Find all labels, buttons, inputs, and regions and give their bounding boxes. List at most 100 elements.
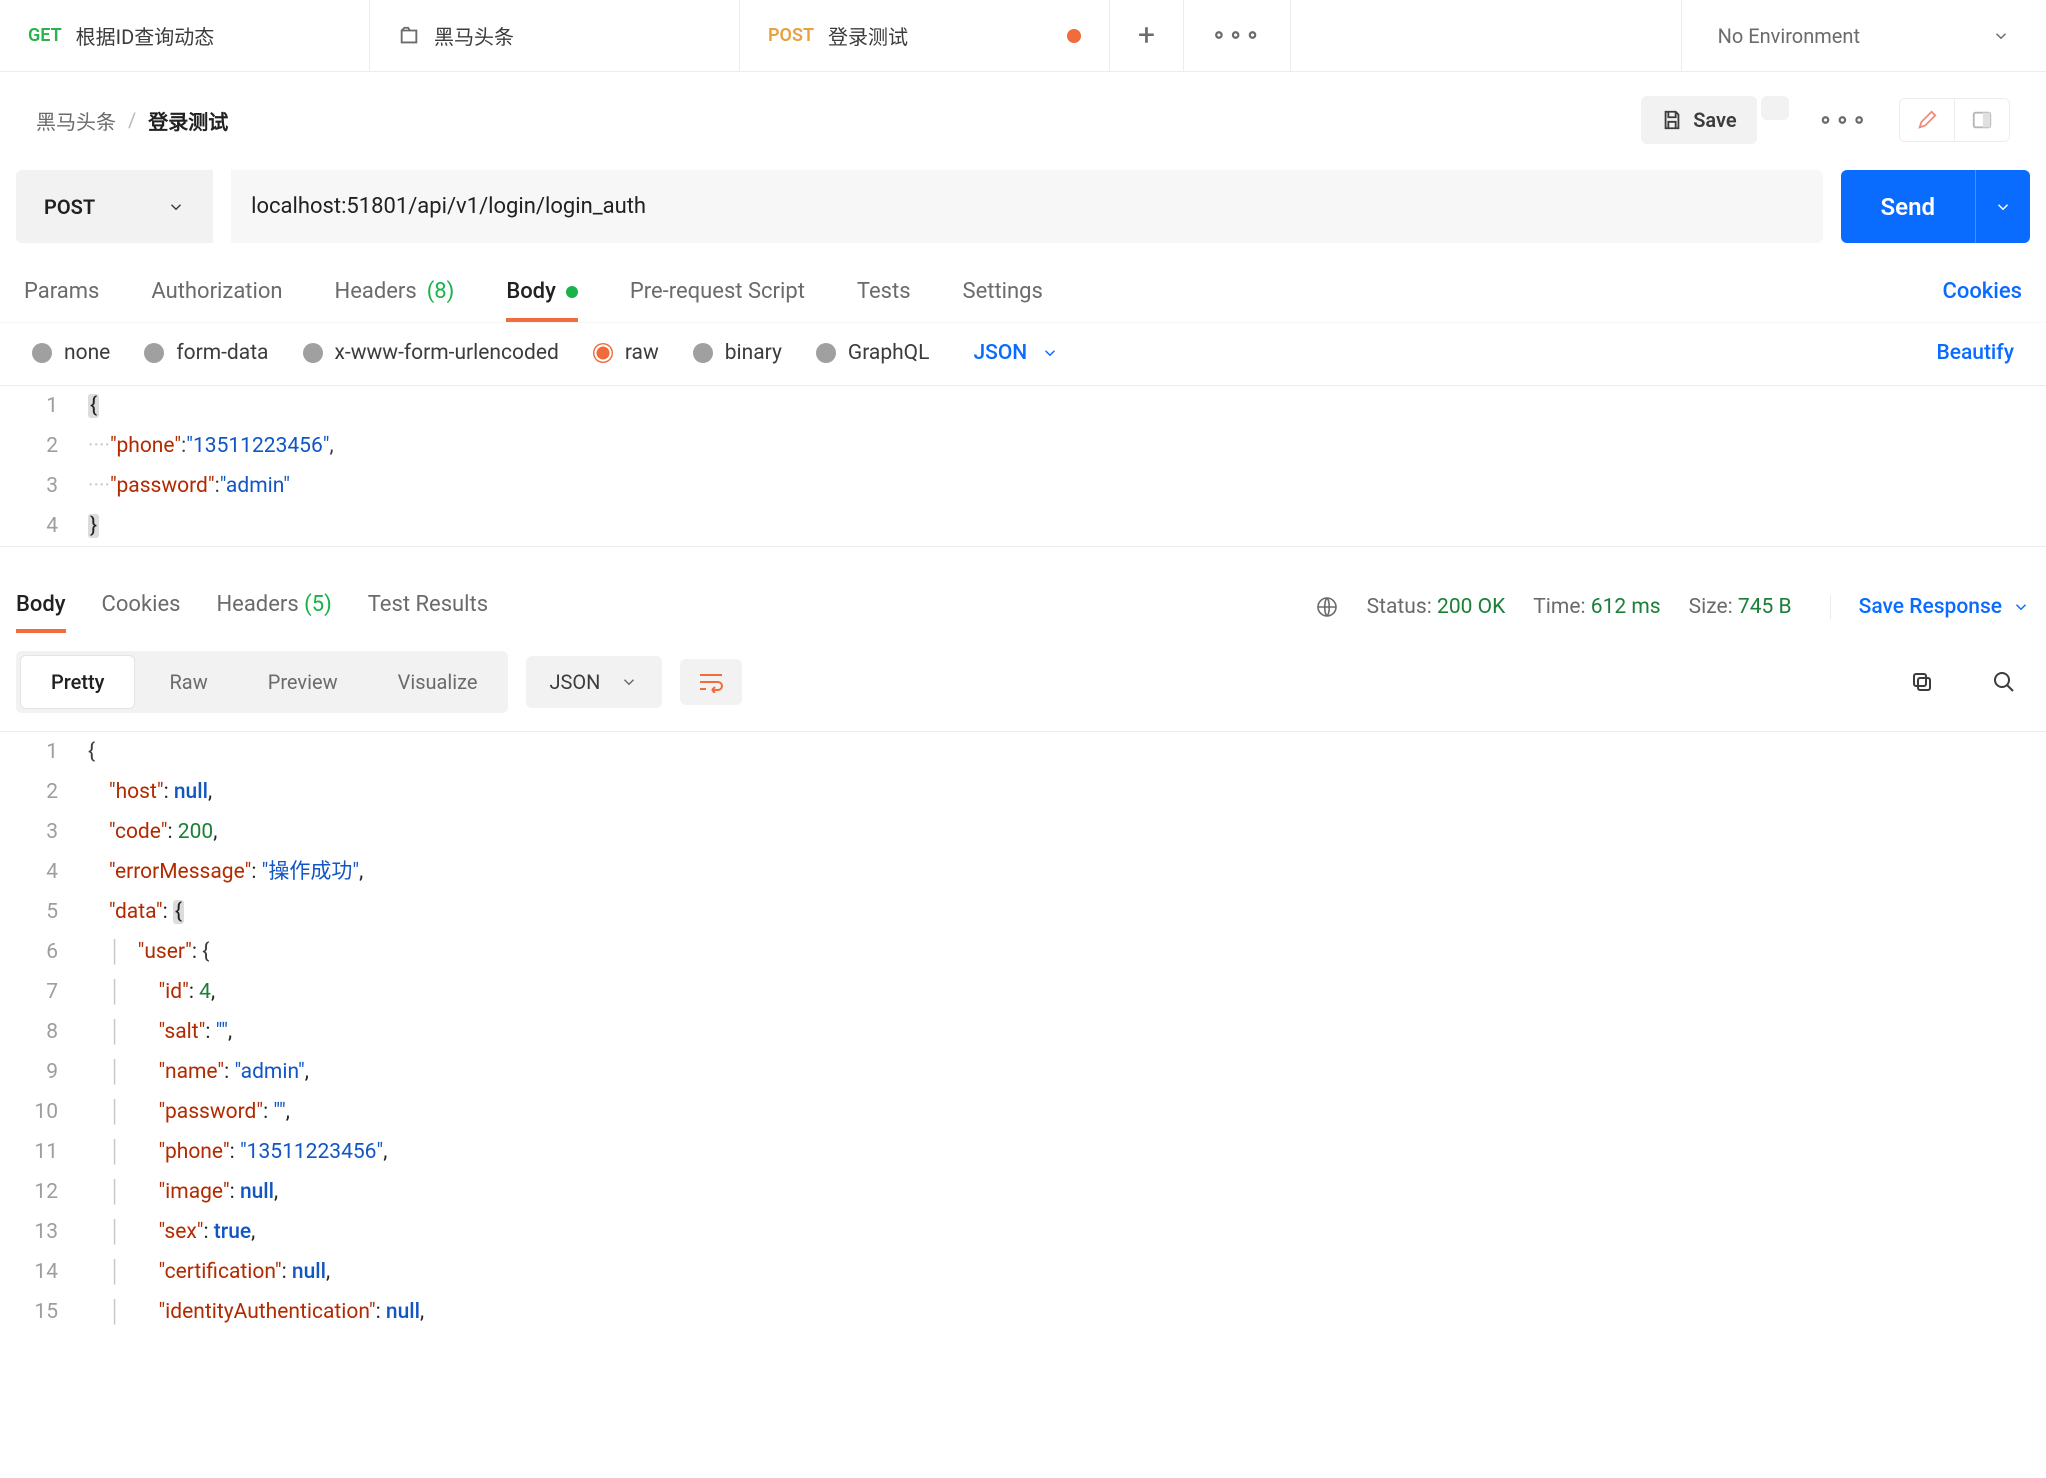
resp-tab-cookies[interactable]: Cookies — [102, 580, 181, 633]
copy-response-button[interactable] — [1896, 660, 1948, 704]
send-button[interactable]: Send — [1841, 170, 1975, 243]
save-icon — [1661, 109, 1683, 131]
method-label: POST — [44, 195, 95, 219]
beautify-button[interactable]: Beautify — [1936, 341, 2014, 365]
chevron-down-icon — [1992, 27, 2010, 45]
environment-selector[interactable]: No Environment — [1681, 0, 2046, 71]
chevron-down-icon — [2012, 598, 2030, 616]
right-panel-toggle-group — [1899, 98, 2010, 142]
radio-icon — [303, 343, 323, 363]
view-preview[interactable]: Preview — [238, 651, 368, 713]
tab-title: 根据ID查询动态 — [76, 21, 215, 50]
tab-post-request-active[interactable]: POST 登录测试 — [740, 0, 1110, 71]
tab-settings[interactable]: Settings — [963, 265, 1043, 322]
cookies-link[interactable]: Cookies — [1942, 265, 2022, 322]
url-row: POST Send — [0, 170, 2046, 261]
send-dropdown-button[interactable] — [1975, 170, 2030, 243]
unsaved-dot-icon — [1067, 29, 1081, 43]
response-toolbar: Pretty Raw Preview Visualize JSON — [0, 633, 2046, 731]
resp-tab-body[interactable]: Body — [16, 580, 66, 633]
chevron-down-icon — [1994, 198, 2012, 216]
panel-icon — [1971, 109, 1993, 131]
body-type-formdata[interactable]: form-data — [144, 341, 268, 365]
body-type-row: none form-data x-www-form-urlencoded raw… — [0, 323, 2046, 385]
save-response-label: Save Response — [1859, 595, 2002, 619]
comments-panel-button[interactable] — [1900, 99, 1954, 141]
tab-params[interactable]: Params — [24, 265, 99, 322]
tab-title: 登录测试 — [828, 21, 908, 50]
environment-label: No Environment — [1718, 24, 1860, 48]
search-response-button[interactable] — [1978, 660, 2030, 704]
body-type-none[interactable]: none — [32, 341, 110, 365]
request-tabs: Params Authorization Headers (8) Body Pr… — [0, 261, 2046, 323]
breadcrumb-folder[interactable]: 黑马头条 — [36, 106, 116, 135]
resp-tab-headers[interactable]: Headers (5) — [216, 580, 331, 633]
chevron-down-icon — [1041, 344, 1059, 362]
response-view-segment: Pretty Raw Preview Visualize — [16, 651, 508, 713]
tab-tests[interactable]: Tests — [857, 265, 911, 322]
wrap-icon — [698, 671, 724, 693]
url-input[interactable] — [231, 170, 1822, 243]
tab-get-request[interactable]: GET 根据ID查询动态 — [0, 0, 370, 71]
pencil-icon — [1916, 109, 1938, 131]
chevron-down-icon — [167, 198, 185, 216]
body-format-label: JSON — [973, 341, 1027, 365]
tab-overflow-button[interactable]: ∘∘∘ — [1184, 0, 1291, 71]
response-body-viewer[interactable]: 1{2 "host": null,3 "code": 200,4 "errorM… — [0, 731, 2046, 1332]
save-label: Save — [1693, 108, 1736, 132]
tab-collection[interactable]: 黑马头条 — [370, 0, 740, 71]
radio-icon — [693, 343, 713, 363]
tab-headers[interactable]: Headers (8) — [335, 265, 455, 322]
save-button[interactable]: Save — [1641, 96, 1756, 144]
wrap-lines-button[interactable] — [680, 659, 742, 705]
chevron-down-icon — [620, 673, 638, 691]
tab-body[interactable]: Body — [506, 265, 578, 322]
tab-authorization[interactable]: Authorization — [151, 265, 282, 322]
response-tabs: Body Cookies Headers (5) Test Results St… — [0, 568, 2046, 633]
response-format-dropdown[interactable]: JSON — [526, 656, 663, 708]
network-icon[interactable] — [1315, 595, 1339, 619]
tab-method-badge: GET — [28, 25, 62, 46]
view-visualize[interactable]: Visualize — [368, 651, 508, 713]
size-label: Size: — [1689, 595, 1733, 619]
body-format-dropdown[interactable]: JSON — [973, 341, 1059, 365]
status-value: 200 OK — [1437, 595, 1505, 619]
size-value: 745 B — [1738, 595, 1792, 619]
body-active-dot-icon — [566, 286, 578, 298]
radio-icon — [32, 343, 52, 363]
request-body-editor[interactable]: 1{2····"phone":"13511223456",3····"passw… — [0, 385, 2046, 546]
save-response-button[interactable]: Save Response — [1830, 595, 2030, 619]
response-status-bar: Status: 200 OK Time: 612 ms Size: 745 B … — [1315, 595, 2030, 619]
overflow-menu-button[interactable]: ∘∘∘ — [1805, 98, 1883, 143]
body-type-graphql[interactable]: GraphQL — [816, 341, 930, 365]
view-pretty[interactable]: Pretty — [21, 656, 134, 708]
tab-prerequest[interactable]: Pre-request Script — [630, 265, 805, 322]
body-type-xwww[interactable]: x-www-form-urlencoded — [303, 341, 559, 365]
search-icon — [1992, 670, 2016, 694]
resp-tab-testresults[interactable]: Test Results — [368, 580, 488, 633]
tab-headers-count: (8) — [427, 279, 455, 304]
radio-checked-icon — [593, 343, 613, 363]
radio-icon — [816, 343, 836, 363]
radio-icon — [144, 343, 164, 363]
save-button-group: Save — [1641, 96, 1788, 144]
body-type-binary[interactable]: binary — [693, 341, 782, 365]
body-type-raw[interactable]: raw — [593, 341, 659, 365]
breadcrumb-name: 登录测试 — [148, 106, 228, 135]
view-raw[interactable]: Raw — [139, 651, 237, 713]
pane-divider[interactable] — [0, 546, 2046, 568]
send-button-group: Send — [1841, 170, 2030, 243]
response-format-label: JSON — [550, 670, 601, 694]
new-tab-button[interactable]: + — [1110, 0, 1184, 71]
info-panel-button[interactable] — [1954, 99, 2009, 141]
tab-headers-label: Headers — [335, 279, 417, 304]
breadcrumb-row: 黑马头条 / 登录测试 Save ∘∘∘ — [0, 72, 2046, 170]
status-label: Status: — [1367, 595, 1432, 619]
tab-title: 黑马头条 — [434, 21, 514, 50]
time-value: 612 ms — [1591, 595, 1661, 619]
tab-body-label: Body — [506, 279, 556, 304]
folder-icon — [398, 25, 420, 47]
save-dropdown-button[interactable] — [1761, 96, 1789, 120]
method-dropdown[interactable]: POST — [16, 170, 213, 243]
time-label: Time: — [1533, 595, 1585, 619]
